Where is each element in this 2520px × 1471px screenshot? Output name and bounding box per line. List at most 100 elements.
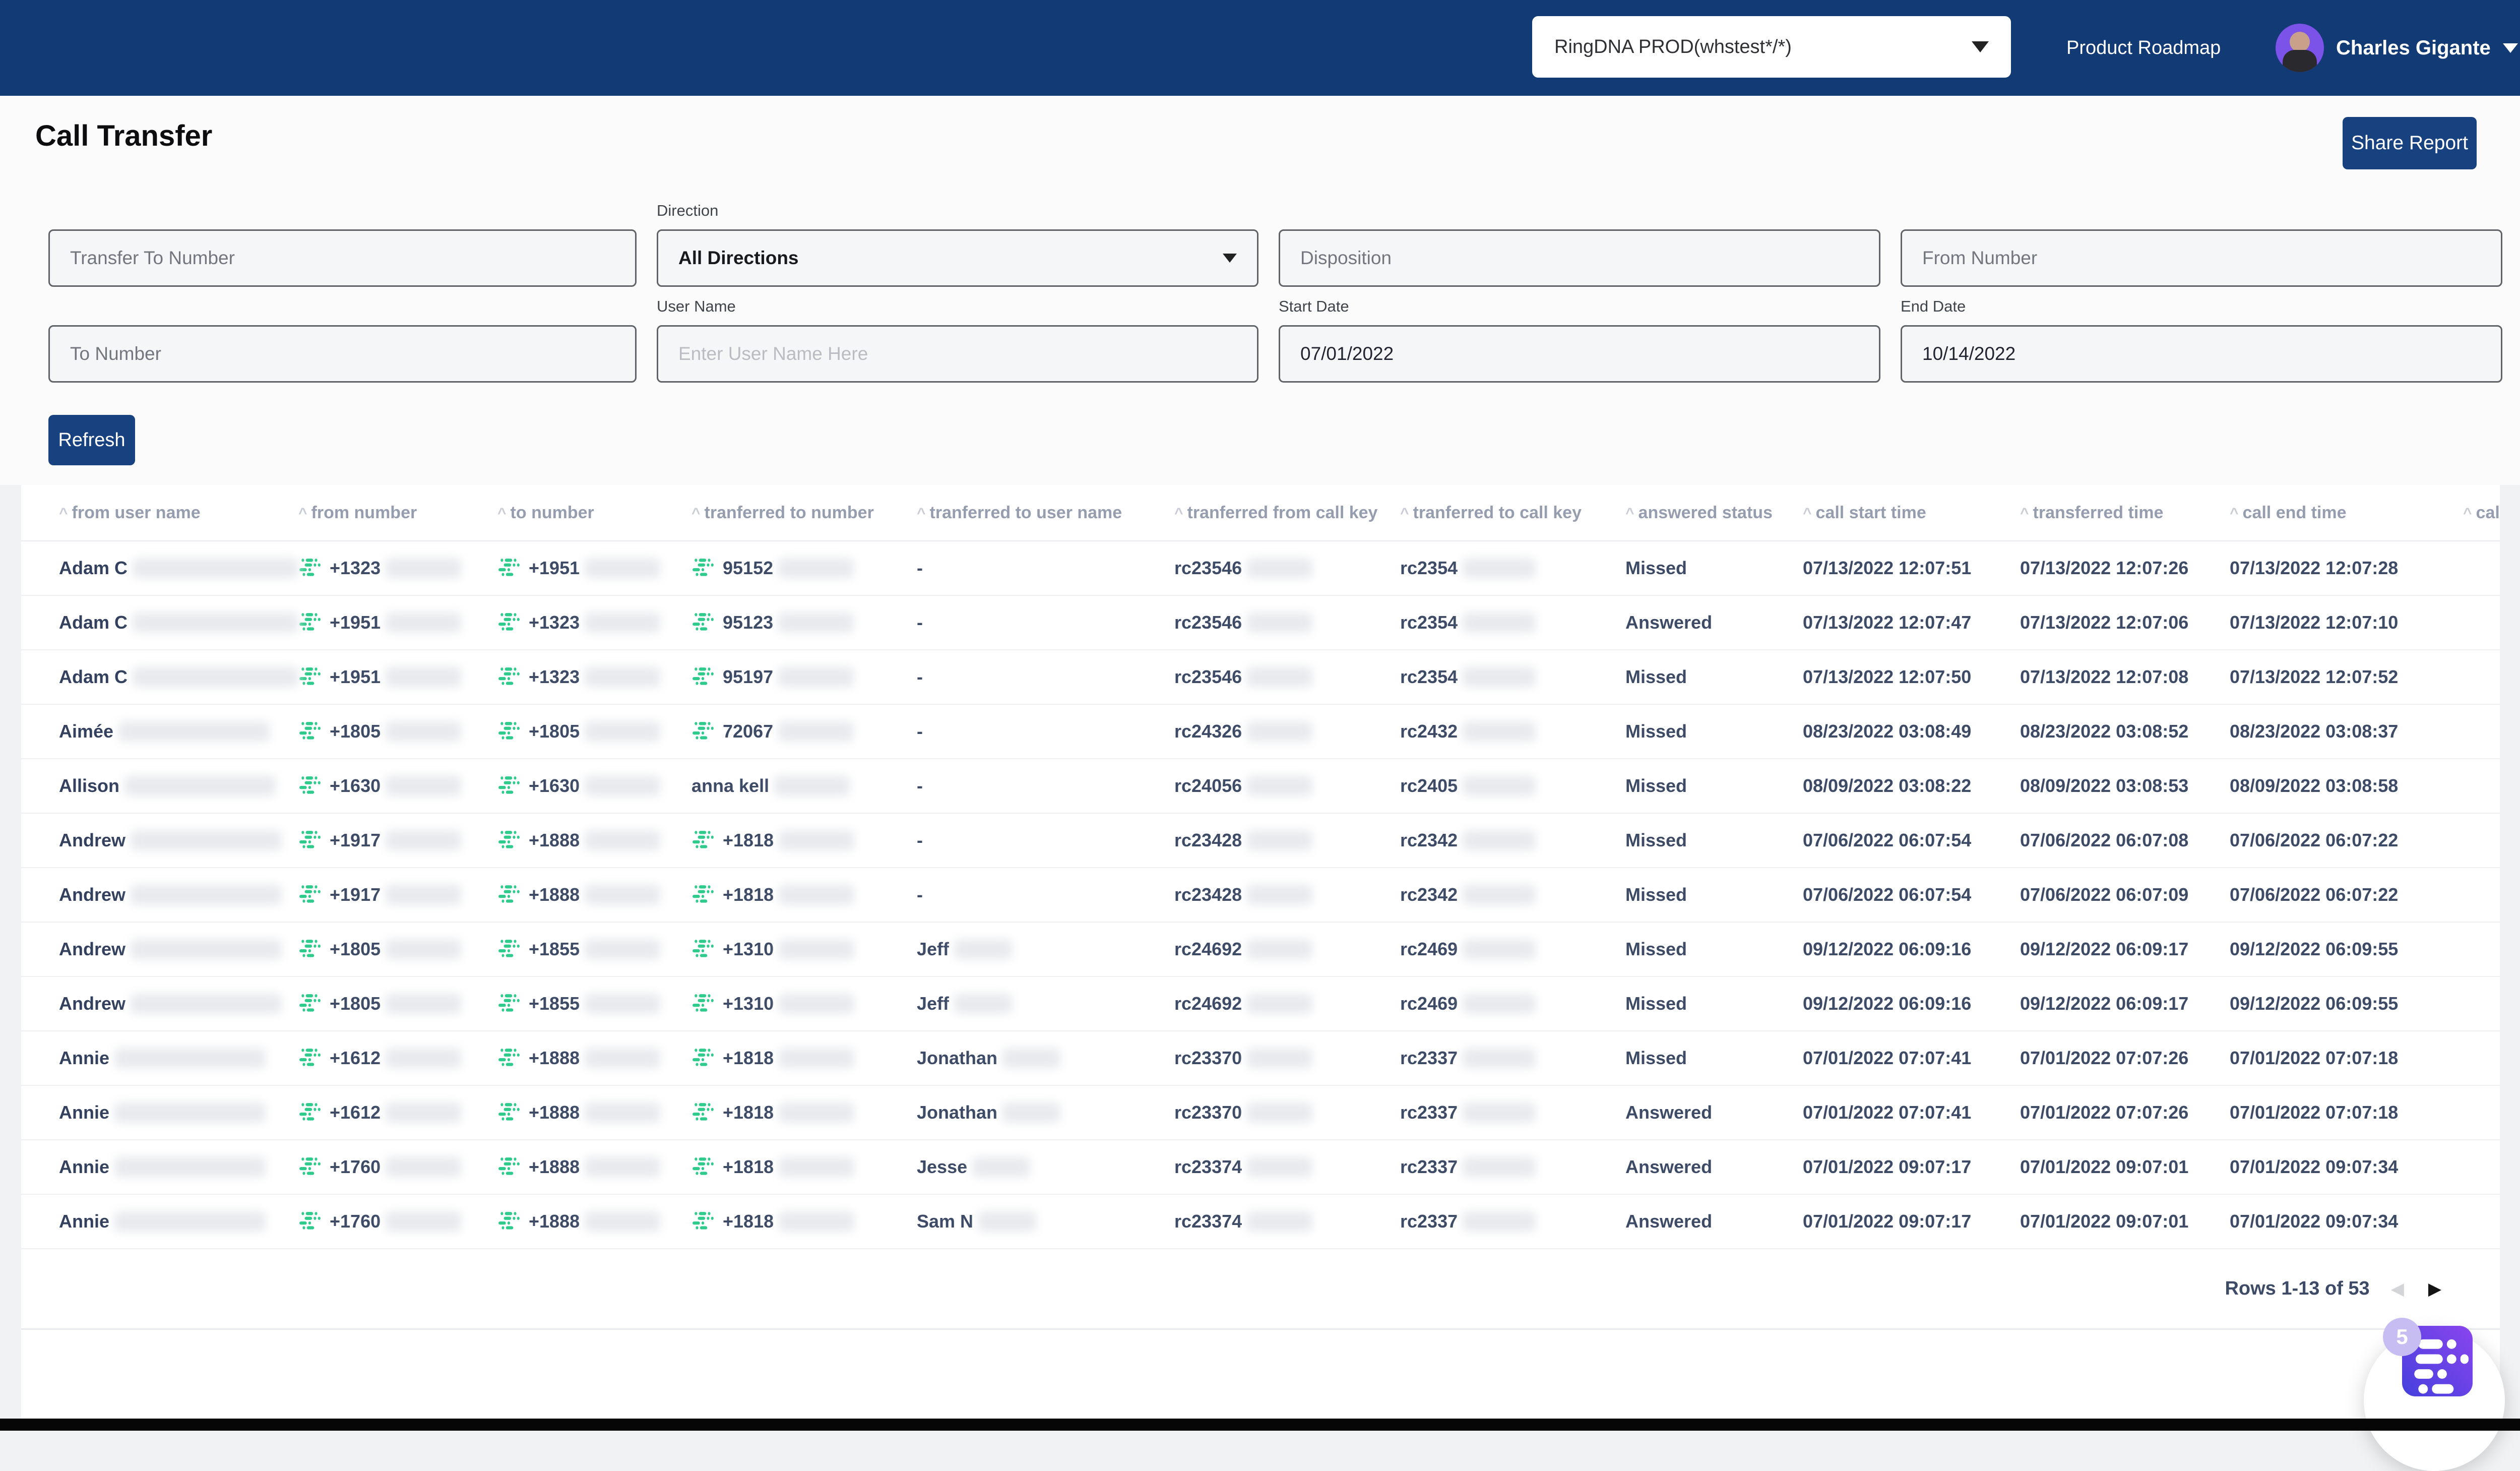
redacted-text <box>1247 667 1312 687</box>
cell-answered-status: Missed <box>1625 830 1803 851</box>
table-row[interactable]: Allison +1630 +1630 anna kell - rc24056 … <box>21 759 2500 814</box>
cell-from-number: +1760 <box>298 1156 497 1178</box>
column-header[interactable]: ^from number <box>298 503 497 523</box>
cell-transferred-time: 08/23/2022 03:08:52 <box>2020 721 2230 742</box>
share-report-button[interactable]: Share Report <box>2343 117 2477 169</box>
redacted-text <box>978 1211 1036 1232</box>
cell-transferred-to-user-name: - <box>917 721 1174 742</box>
cell-answered-status: Missed <box>1625 666 1803 688</box>
refresh-button[interactable]: Refresh <box>48 415 135 465</box>
cell-to-number: +1951 <box>497 558 691 579</box>
phone-number-icon <box>497 884 521 905</box>
disposition-input[interactable] <box>1279 229 1880 287</box>
org-selector-dropdown[interactable]: RingDNA PROD(whstest*/*) <box>1532 16 2011 78</box>
cell-call-end-time: 07/13/2022 12:07:52 <box>2230 666 2463 688</box>
cell-transferred-to-user-name: Sam N <box>917 1211 1174 1232</box>
cell-from-number: +1630 <box>298 775 497 796</box>
start-date-input[interactable] <box>1279 325 1880 383</box>
table-row[interactable]: Andrew +1805 +1855 +1310 Jeff rc24692 rc… <box>21 923 2500 977</box>
redacted-text <box>386 612 461 633</box>
cell-transferred-to-user-name: - <box>917 830 1174 851</box>
column-header[interactable]: ^tranferred to number <box>691 503 917 523</box>
table-row[interactable]: Andrew +1917 +1888 +1818 - rc23428 rc234… <box>21 814 2500 868</box>
redacted-text <box>585 667 660 687</box>
table-row[interactable]: Annie +1760 +1888 +1818 Jesse rc23374 rc… <box>21 1140 2500 1195</box>
cell-from-user-name: Andrew <box>59 993 298 1014</box>
next-page-button[interactable]: ▶ <box>2425 1279 2444 1299</box>
cell-to-number: +1888 <box>497 1211 691 1232</box>
cell-transferred-from-call-key: rc23370 <box>1174 1048 1400 1069</box>
phone-number-icon <box>298 721 322 742</box>
cell-transferred-from-call-key: rc24692 <box>1174 939 1400 960</box>
chevron-down-icon <box>1223 254 1237 263</box>
cell-from-user-name: Adam C <box>59 558 298 579</box>
user-menu[interactable]: Charles Gigante <box>2276 0 2518 96</box>
cell-transferred-time: 08/09/2022 03:08:53 <box>2020 775 2230 796</box>
from-number-input[interactable] <box>1901 229 2502 287</box>
redacted-text <box>386 1102 461 1123</box>
phone-number-icon <box>497 939 521 960</box>
table-row[interactable]: Andrew +1917 +1888 +1818 - rc23428 rc234… <box>21 868 2500 923</box>
direction-select[interactable]: All Directions <box>657 229 1258 287</box>
table-row[interactable]: Annie +1612 +1888 +1818 Jonathan rc23370… <box>21 1086 2500 1140</box>
phone-number-icon <box>691 1156 715 1178</box>
table-row[interactable]: Annie +1760 +1888 +1818 Sam N rc23374 rc… <box>21 1195 2500 1249</box>
cell-call-start-time: 09/12/2022 06:09:16 <box>1803 939 2020 960</box>
cell-transferred-to-user-name: - <box>917 612 1174 633</box>
table-row[interactable]: Andrew +1805 +1855 +1310 Jeff rc24692 rc… <box>21 977 2500 1031</box>
cell-call-end-time: 07/13/2022 12:07:28 <box>2230 558 2463 579</box>
table-row[interactable]: Annie +1612 +1888 +1818 Jonathan rc23370… <box>21 1031 2500 1086</box>
cell-transferred-to-user-name: Jeff <box>917 993 1174 1014</box>
redacted-text <box>778 558 854 578</box>
cell-from-user-name: Andrew <box>59 830 298 851</box>
column-header[interactable]: ^tranferred to call key <box>1400 503 1625 523</box>
cell-transferred-to-number: anna kell <box>691 775 917 796</box>
table-row[interactable]: Aimée +1805 +1805 72067 - rc24326 rc2432… <box>21 705 2500 759</box>
cell-to-number: +1323 <box>497 612 691 633</box>
redacted-text <box>133 558 298 578</box>
product-roadmap-link[interactable]: Product Roadmap <box>2066 0 2221 96</box>
to-number-input[interactable] <box>48 325 637 383</box>
column-header[interactable]: ^call start time <box>1803 503 2020 523</box>
column-header[interactable]: ^from user name <box>59 503 298 523</box>
filters-section <box>0 96 2520 485</box>
table-row[interactable]: Adam C +1951 +1323 95197 - rc23546 rc235… <box>21 650 2500 705</box>
column-header[interactable]: ^answered status <box>1625 503 1803 523</box>
column-header[interactable]: ^call d <box>2463 503 2500 523</box>
redacted-text <box>1463 830 1536 850</box>
cell-answered-status: Answered <box>1625 1102 1803 1123</box>
redacted-text <box>585 1102 660 1123</box>
cell-from-user-name: Allison <box>59 775 298 796</box>
column-header[interactable]: ^transferred time <box>2020 503 2230 523</box>
end-date-input[interactable] <box>1901 325 2502 383</box>
user-name-input[interactable] <box>657 325 1258 383</box>
redacted-text <box>585 558 660 578</box>
cell-transferred-time: 07/06/2022 06:07:09 <box>2020 884 2230 905</box>
redacted-text <box>778 721 854 742</box>
phone-number-icon <box>691 1211 715 1232</box>
cell-transferred-to-call-key: rc2342 <box>1400 830 1625 851</box>
cell-transferred-from-call-key: rc23374 <box>1174 1156 1400 1178</box>
transfer-to-number-input[interactable] <box>48 229 637 287</box>
phone-number-icon <box>691 558 715 579</box>
redacted-text <box>1247 1102 1312 1123</box>
cell-transferred-time: 07/01/2022 09:07:01 <box>2020 1156 2230 1178</box>
table-row[interactable]: Adam C +1951 +1323 95123 - rc23546 rc235… <box>21 596 2500 650</box>
column-header[interactable]: ^tranferred to user name <box>917 503 1174 523</box>
column-header[interactable]: ^to number <box>497 503 691 523</box>
phone-number-icon <box>497 830 521 851</box>
table-row[interactable]: Adam C +1323 +1951 95152 - rc23546 rc235… <box>21 541 2500 596</box>
column-header[interactable]: ^tranferred from call key <box>1174 503 1400 523</box>
redacted-text <box>1463 939 1536 959</box>
cell-transferred-to-user-name: - <box>917 775 1174 796</box>
column-header[interactable]: ^call end time <box>2230 503 2463 523</box>
phone-number-icon <box>298 1156 322 1178</box>
cell-transferred-to-number: 72067 <box>691 721 917 742</box>
phone-number-icon <box>497 993 521 1014</box>
cell-transferred-from-call-key: rc23546 <box>1174 612 1400 633</box>
cell-from-number: +1612 <box>298 1048 497 1069</box>
cell-call-end-time: 07/13/2022 12:07:10 <box>2230 612 2463 633</box>
cell-transferred-to-number: +1310 <box>691 939 917 960</box>
cell-answered-status: Missed <box>1625 558 1803 579</box>
previous-page-button[interactable]: ◀ <box>2388 1279 2407 1299</box>
